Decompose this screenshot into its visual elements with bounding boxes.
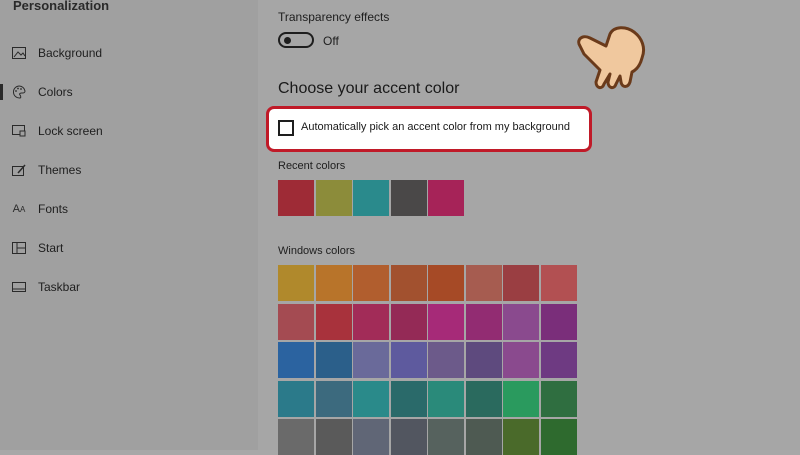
sidebar-item-label: Background	[38, 46, 103, 60]
toggle-knob	[284, 37, 291, 44]
sidebar-item-themes[interactable]: Themes	[0, 153, 258, 187]
windows-color-swatch[interactable]	[278, 342, 314, 378]
windows-color-swatch[interactable]	[465, 303, 502, 340]
windows-color-swatch[interactable]	[428, 303, 464, 340]
windows-color-swatch[interactable]	[353, 342, 389, 378]
auto-pick-label[interactable]: Automatically pick an accent color from …	[301, 121, 570, 133]
windows-color-swatch[interactable]	[465, 342, 502, 378]
sidebar-item-colors[interactable]: Colors	[0, 75, 258, 109]
recent-color-swatch[interactable]	[353, 180, 389, 216]
sidebar-item-label: Taskbar	[38, 280, 81, 294]
windows-colors-label: Windows colors	[278, 245, 356, 257]
sidebar-item-start[interactable]: Start	[0, 231, 258, 265]
windows-color-swatch[interactable]	[278, 303, 314, 340]
pointing-hand-icon	[566, 18, 658, 96]
sidebar-title: Personalization	[13, 0, 110, 13]
windows-color-swatch[interactable]	[465, 380, 502, 417]
taskbar-icon	[12, 280, 26, 294]
font-icon: AA	[12, 203, 26, 215]
windows-color-swatch[interactable]	[503, 303, 539, 340]
windows-color-swatch[interactable]	[428, 380, 464, 417]
recent-colors-label: Recent colors	[278, 160, 346, 172]
windows-color-swatch[interactable]	[540, 303, 577, 340]
lock-screen-icon	[12, 124, 26, 138]
sidebar-item-label: Colors	[38, 85, 73, 99]
windows-color-swatch[interactable]	[315, 342, 352, 378]
windows-color-swatch[interactable]	[503, 265, 539, 301]
windows-color-swatch[interactable]	[390, 303, 427, 340]
windows-color-swatch[interactable]	[315, 380, 352, 417]
windows-color-swatch[interactable]	[503, 380, 539, 417]
windows-color-swatch[interactable]	[278, 380, 314, 417]
windows-color-swatch[interactable]	[353, 380, 389, 417]
accent-heading: Choose your accent color	[278, 80, 460, 97]
recent-color-swatch[interactable]	[315, 180, 352, 216]
windows-color-swatch[interactable]	[540, 265, 577, 301]
sidebar-item-label: Lock screen	[38, 124, 103, 138]
windows-color-swatch[interactable]	[353, 265, 389, 301]
sidebar: Personalization Background Colors Lock s…	[0, 0, 258, 450]
sidebar-item-lock-screen[interactable]: Lock screen	[0, 114, 258, 148]
sidebar-item-taskbar[interactable]: Taskbar	[0, 270, 258, 304]
transparency-toggle[interactable]	[278, 32, 314, 48]
sidebar-item-label: Themes	[38, 163, 82, 177]
sidebar-item-label: Fonts	[38, 202, 69, 216]
windows-color-swatch[interactable]	[390, 342, 427, 378]
transparency-state: Off	[323, 34, 339, 48]
windows-color-swatch[interactable]	[278, 265, 314, 301]
windows-color-swatch[interactable]	[465, 265, 502, 301]
recent-color-swatch[interactable]	[428, 180, 464, 216]
windows-color-swatch[interactable]	[540, 380, 577, 417]
palette-icon	[12, 85, 26, 99]
sidebar-item-label: Start	[38, 241, 64, 255]
picture-icon	[12, 46, 26, 60]
windows-color-swatch[interactable]	[428, 342, 464, 378]
recent-color-swatch[interactable]	[390, 180, 427, 216]
recent-color-swatch[interactable]	[278, 180, 314, 216]
windows-color-swatch[interactable]	[315, 265, 352, 301]
windows-color-swatch[interactable]	[315, 303, 352, 340]
windows-color-swatch[interactable]	[540, 342, 577, 378]
windows-color-swatch[interactable]	[390, 380, 427, 417]
brush-icon	[12, 163, 26, 177]
transparency-label: Transparency effects	[278, 10, 390, 24]
auto-pick-checkbox[interactable]	[278, 120, 294, 136]
windows-color-swatch[interactable]	[428, 265, 464, 301]
windows-color-swatch[interactable]	[390, 265, 427, 301]
start-grid-icon	[12, 241, 26, 255]
sidebar-item-fonts[interactable]: AA Fonts	[0, 192, 258, 226]
windows-color-swatch[interactable]	[503, 342, 539, 378]
windows-color-swatch[interactable]	[353, 303, 389, 340]
sidebar-item-background[interactable]: Background	[0, 36, 258, 70]
